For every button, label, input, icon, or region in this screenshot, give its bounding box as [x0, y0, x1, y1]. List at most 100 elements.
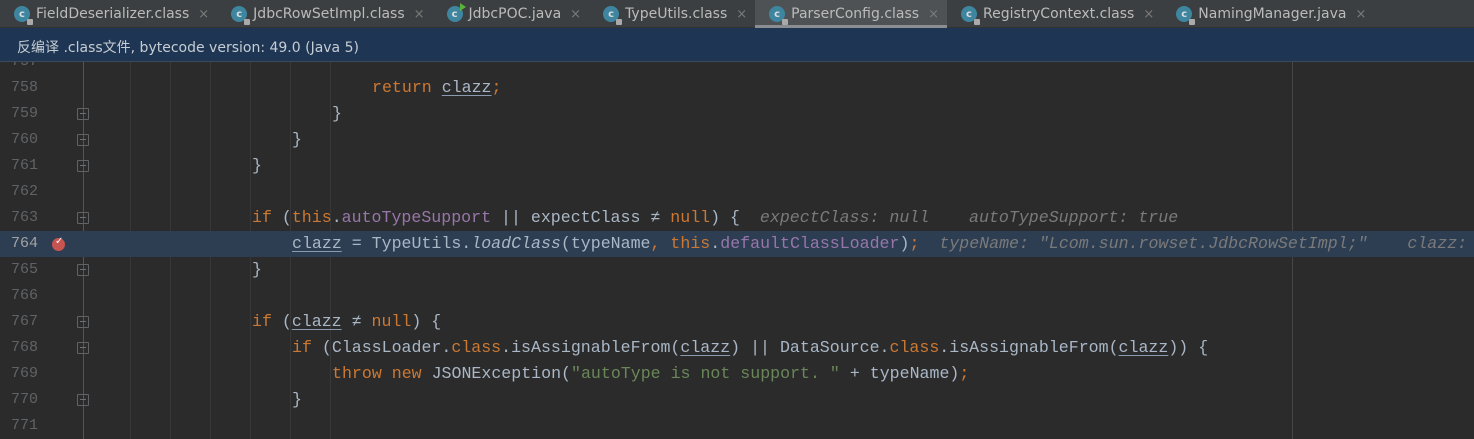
code-token: null [371, 312, 412, 331]
code-text: if (clazz ≠ null) { [252, 309, 441, 335]
lock-icon [244, 19, 251, 25]
code-line[interactable]: 770} [0, 387, 1474, 413]
code-editor[interactable]: 757758return clazz;759}760}761}762763if … [0, 62, 1474, 439]
code-line[interactable]: 766 [0, 283, 1474, 309]
code-lines: 757758return clazz;759}760}761}762763if … [0, 62, 1474, 439]
tab-registrycontext-class[interactable]: c RegistryContext.class × [947, 0, 1162, 28]
line-number: 769 [10, 365, 38, 382]
line-number: 766 [10, 287, 38, 304]
code-token: ; [909, 234, 920, 253]
code-line[interactable]: 768 if (ClassLoader.class.isAssignableFro… [0, 335, 1474, 361]
code-token: ; [491, 78, 502, 97]
close-tab-icon[interactable]: × [414, 7, 425, 22]
code-token: JSONException( [431, 364, 572, 383]
code-token: class [889, 338, 940, 357]
code-token: clazz [292, 234, 342, 253]
code-token: this [670, 234, 711, 253]
code-line[interactable]: 769 throw new JSONException("autoType is … [0, 361, 1474, 387]
code-line[interactable]: 771 [0, 413, 1474, 439]
line-number: 759 [10, 105, 38, 122]
fold-icon[interactable] [77, 134, 89, 146]
code-text: throw new JSONException("autoType is not… [332, 361, 969, 387]
code-token: , [650, 234, 671, 253]
close-tab-icon[interactable]: × [1355, 7, 1366, 22]
code-token: ) [899, 234, 910, 253]
line-number: 768 [10, 339, 38, 356]
code-text: } [252, 257, 262, 283]
code-token: } [252, 260, 262, 279]
code-line[interactable]: 763 if (this.autoTypeSupport || expectCla… [0, 205, 1474, 231]
fold-icon[interactable] [77, 394, 89, 406]
line-number: 764 [10, 235, 38, 252]
tab-parserconfig-class[interactable]: c ParserConfig.class × [755, 0, 947, 28]
fold-icon[interactable] [77, 108, 89, 120]
code-line[interactable]: 761} [0, 153, 1474, 179]
tab-jdbcrowsetimpl-class[interactable]: c JdbcRowSetImpl.class × [217, 0, 432, 28]
tab-jdbcpoc-java[interactable]: c JdbcPOC.java × [433, 0, 590, 28]
fold-icon[interactable] [77, 160, 89, 172]
class-file-icon: c [769, 6, 789, 25]
code-line[interactable]: 758 return clazz; [0, 75, 1474, 101]
close-tab-icon[interactable]: × [570, 7, 581, 22]
code-token: "autoType is not support. " [571, 364, 840, 383]
code-text: return clazz; [372, 75, 501, 101]
line-number: 760 [10, 131, 38, 148]
code-token: .isAssignableFrom( [501, 338, 681, 357]
code-token: + typeName) [839, 364, 960, 383]
code-token: || expectClass ≠ [491, 208, 671, 227]
code-token: ≠ [341, 312, 372, 331]
code-text: } [292, 127, 302, 153]
line-number: 762 [10, 183, 38, 200]
lock-icon [27, 19, 33, 25]
code-token: (typeName [560, 234, 651, 253]
class-file-icon: c [960, 6, 980, 25]
class-file-icon: c [446, 3, 466, 22]
code-token: = TypeUtils. [341, 234, 472, 253]
code-token: if [252, 208, 282, 227]
code-text: } [252, 153, 262, 179]
code-line[interactable]: 764 clazz = TypeUtils.loadClass(typeName,… [0, 229, 1474, 257]
code-token: )) { [1168, 338, 1209, 357]
code-line[interactable]: 762 [0, 179, 1474, 205]
fold-icon[interactable] [77, 264, 89, 276]
run-marker-icon [459, 3, 466, 11]
code-token: } [252, 156, 262, 175]
tab-label: JdbcPOC.java [468, 6, 562, 22]
close-tab-icon[interactable]: × [1143, 7, 1154, 22]
code-line[interactable]: 760} [0, 127, 1474, 153]
inlay-hint: typeName: "Lcom.sun.rowset.JdbcRowSetImp… [919, 234, 1474, 253]
class-file-icon: c [603, 6, 623, 25]
fold-icon[interactable] [77, 212, 89, 224]
code-token: } [292, 390, 302, 409]
class-file-icon: c [14, 6, 33, 25]
code-text: if (ClassLoader.class.isAssignableFrom(c… [292, 335, 1208, 361]
code-text: } [292, 387, 302, 413]
code-line[interactable]: 765} [0, 257, 1474, 283]
fold-icon[interactable] [77, 342, 89, 354]
close-tab-icon[interactable]: × [736, 7, 747, 22]
code-line[interactable]: 757 [0, 62, 1474, 75]
tab-label: JdbcRowSetImpl.class [253, 6, 405, 22]
code-token: if [252, 312, 282, 331]
tab-label: TypeUtils.class [625, 6, 728, 22]
breakpoint-icon[interactable] [52, 229, 65, 255]
tab-fielddeserializer-class[interactable]: c FieldDeserializer.class × [0, 0, 217, 28]
code-token: defaultClassLoader [720, 234, 900, 253]
code-token: this [291, 208, 332, 227]
fold-icon[interactable] [77, 316, 89, 328]
tab-namingmanager-java[interactable]: c NamingManager.java × [1162, 0, 1374, 28]
lock-icon [782, 19, 789, 25]
close-tab-icon[interactable]: × [928, 7, 939, 22]
code-token: . [710, 234, 721, 253]
code-token: clazz [441, 78, 492, 97]
code-line[interactable]: 759} [0, 101, 1474, 127]
code-token: ( [281, 208, 292, 227]
tab-typeutils-class[interactable]: c TypeUtils.class × [589, 0, 755, 28]
code-token: ( [281, 312, 292, 331]
code-token: ) { [411, 312, 442, 331]
close-tab-icon[interactable]: × [198, 7, 209, 22]
code-token: throw [332, 364, 392, 383]
code-line[interactable]: 767 if (clazz ≠ null) { [0, 309, 1474, 335]
code-token: return [372, 78, 442, 97]
tab-label: FieldDeserializer.class [36, 6, 190, 22]
